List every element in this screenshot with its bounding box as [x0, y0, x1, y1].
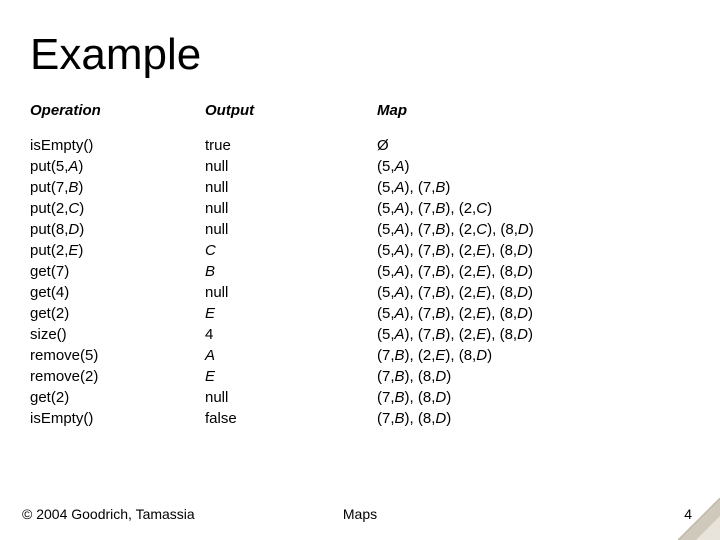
operation-cell: isEmpty()	[30, 408, 205, 429]
map-cell: (5,A), (7,B), (2,E), (8,D)	[377, 282, 690, 303]
map-cell: (7,B), (8,D)	[377, 387, 690, 408]
header-map: Map	[377, 100, 690, 121]
map-cell: (5,A), (7,B), (2,E), (8,D)	[377, 261, 690, 282]
operation-cell: remove(2)	[30, 366, 205, 387]
operation-cell: size()	[30, 324, 205, 345]
operation-cell: remove(5)	[30, 345, 205, 366]
operation-cell: put(2,C)	[30, 198, 205, 219]
output-cell: null	[205, 387, 377, 408]
operation-cell: put(5,A)	[30, 156, 205, 177]
output-cell: false	[205, 408, 377, 429]
output-cell: B	[205, 261, 377, 282]
map-cell: (7,B), (2,E), (8,D)	[377, 345, 690, 366]
operation-cell: put(8,D)	[30, 219, 205, 240]
slide: Example Operation isEmpty()put(5,A)put(7…	[0, 0, 720, 540]
map-cell: (7,B), (8,D)	[377, 408, 690, 429]
output-cell: null	[205, 198, 377, 219]
map-cell: (5,A)	[377, 156, 690, 177]
operation-cell: get(4)	[30, 282, 205, 303]
table: Operation isEmpty()put(5,A)put(7,B)put(2…	[30, 100, 690, 429]
map-cell: (5,A), (7,B), (2,E), (8,D)	[377, 303, 690, 324]
operation-cell: get(2)	[30, 303, 205, 324]
map-cell: (7,B), (8,D)	[377, 366, 690, 387]
operation-cell: get(7)	[30, 261, 205, 282]
header-operation: Operation	[30, 100, 205, 121]
output-cell: null	[205, 156, 377, 177]
operation-cell: isEmpty()	[30, 135, 205, 156]
output-cell: 4	[205, 324, 377, 345]
footer-center: Maps	[0, 506, 720, 522]
output-cell: A	[205, 345, 377, 366]
column-operation: Operation isEmpty()put(5,A)put(7,B)put(2…	[30, 100, 205, 429]
output-cell: E	[205, 366, 377, 387]
output-cell: null	[205, 219, 377, 240]
output-cell: E	[205, 303, 377, 324]
map-cell: (5,A), (7,B), (2,E), (8,D)	[377, 240, 690, 261]
map-cell: (5,A), (7,B), (2,E), (8,D)	[377, 324, 690, 345]
map-cell: (5,A), (7,B)	[377, 177, 690, 198]
column-output: Output truenullnullnullnullCBnullE4AEnul…	[205, 100, 377, 429]
output-cell: true	[205, 135, 377, 156]
header-output: Output	[205, 100, 377, 121]
output-cell: null	[205, 282, 377, 303]
output-cell: null	[205, 177, 377, 198]
map-cell: (5,A), (7,B), (2,C)	[377, 198, 690, 219]
operation-cell: get(2)	[30, 387, 205, 408]
map-cell: (5,A), (7,B), (2,C), (8,D)	[377, 219, 690, 240]
operation-cell: put(7,B)	[30, 177, 205, 198]
map-cell: Ø	[377, 135, 690, 156]
slide-title: Example	[30, 30, 690, 80]
operation-cell: put(2,E)	[30, 240, 205, 261]
page-curl-icon	[678, 498, 720, 540]
output-cell: C	[205, 240, 377, 261]
column-map: Map Ø(5,A)(5,A), (7,B)(5,A), (7,B), (2,C…	[377, 100, 690, 429]
